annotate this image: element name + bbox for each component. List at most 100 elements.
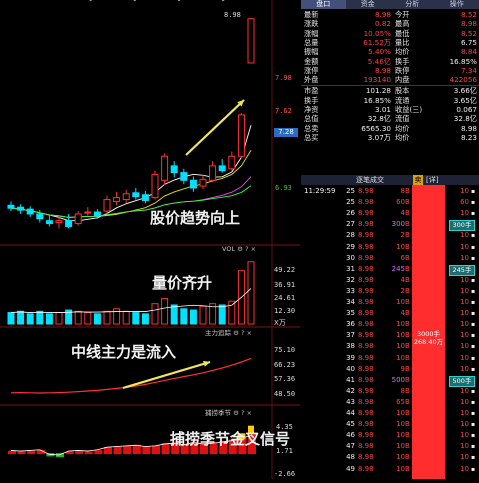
- tab-operation[interactable]: 操作: [435, 0, 479, 9]
- quote-label: 总量: [304, 38, 318, 47]
- vol-axis-4: 12.30: [274, 307, 295, 315]
- vol-axis-1: 49.22: [274, 266, 295, 274]
- tick-volume: 10: [383, 319, 405, 330]
- candle-body: [229, 156, 235, 169]
- tick-price: 8.98: [358, 386, 374, 397]
- quote-value: 8.52: [431, 29, 477, 38]
- volume-bar: [37, 311, 43, 324]
- tick-side: B: [405, 253, 410, 264]
- tick-side: B: [405, 408, 410, 419]
- kline-chart-area[interactable]: • • • • 8.98 7.98 7.62 7.28 6.93 VOL ⚙ ?…: [0, 0, 300, 479]
- quote-label: 振幅: [304, 47, 318, 56]
- tick-volume: 2: [383, 286, 405, 297]
- tick-price: 8.98: [358, 452, 374, 463]
- tick-volume: 500: [383, 375, 405, 386]
- tick-price: 8.98: [358, 286, 374, 297]
- help-icon[interactable]: ?: [245, 245, 248, 253]
- quote-value: 6565.30: [333, 124, 391, 133]
- quote-row: 涨幅10.05%最低8.52: [301, 29, 479, 38]
- tick-more-icon: ▪: [471, 297, 475, 308]
- tick-more-icon: ▪: [471, 286, 475, 297]
- season-bar: [94, 450, 102, 454]
- season-bar: [104, 447, 112, 454]
- tab-funds[interactable]: 资金: [346, 0, 391, 9]
- quote-label: 总卖: [304, 124, 318, 133]
- tab-handicap[interactable]: 盘口: [301, 0, 346, 9]
- tick-detail-link[interactable]: [详]: [426, 175, 438, 185]
- tick-side: B: [405, 319, 410, 330]
- tick-price: 8.98: [358, 353, 374, 364]
- tick-price: 8.98: [358, 186, 374, 197]
- settings-icon[interactable]: ⚙: [233, 329, 239, 337]
- tick-row: 388.9810B10▪: [301, 341, 479, 352]
- tick-seq: 25: [341, 197, 355, 208]
- season-bar: [162, 443, 170, 454]
- tick-more-icon: ▪: [471, 408, 475, 419]
- tick-seq: 43: [341, 397, 355, 408]
- close-icon[interactable]: ×: [251, 245, 256, 253]
- quote-value: 8.98: [333, 66, 391, 75]
- tick-seq: 38: [341, 341, 355, 352]
- quote-label: 量比: [395, 38, 409, 47]
- volume-bar: [142, 314, 148, 324]
- tick-price: 8.98: [358, 419, 374, 430]
- tick-price: 8.98: [358, 308, 374, 319]
- candle-body: [248, 19, 254, 63]
- settings-icon[interactable]: ⚙: [233, 409, 239, 417]
- quote-label: 内盘: [395, 75, 409, 84]
- tick-seq: 26: [341, 208, 355, 219]
- tick-time: 11:29:59: [304, 186, 335, 197]
- tick-count: 10: [449, 441, 469, 452]
- tick-seq: 36: [341, 319, 355, 330]
- tick-count: 10: [449, 208, 469, 219]
- close-icon[interactable]: ×: [247, 329, 252, 337]
- quote-value: 101.28: [333, 86, 391, 95]
- tick-volume: 10: [383, 408, 405, 419]
- quote-row: 涨停8.98跌停7.34: [301, 66, 479, 75]
- tick-side: B: [405, 364, 410, 375]
- quote-value: 3.01: [333, 105, 391, 114]
- quote-row: 换手16.85%流通3.65亿: [301, 96, 479, 105]
- candle-body: [133, 193, 139, 197]
- tick-side: B: [405, 419, 410, 430]
- tab-analysis[interactable]: 分析: [390, 0, 435, 9]
- annotation-main-force: 中线主力是流入: [71, 341, 176, 362]
- tick-row: 378.9810B10▪: [301, 330, 479, 341]
- kline-chart-svg[interactable]: [0, 0, 300, 479]
- quote-label: 均价: [395, 133, 409, 142]
- help-icon[interactable]: ?: [241, 409, 244, 417]
- tick-price: 8.98: [358, 264, 374, 275]
- volume-bar: [123, 311, 129, 324]
- candle-body: [56, 221, 62, 223]
- tick-volume: 10: [383, 330, 405, 341]
- quote-row: 总量61.52万量比6.75: [301, 38, 479, 47]
- quote-label: 涨停: [304, 66, 318, 75]
- tick-seq: 33: [341, 286, 355, 297]
- quote-row: 总卖6565.30均价8.98: [301, 124, 479, 133]
- quote-value: 193140: [333, 75, 391, 84]
- volume-bar: [248, 262, 254, 324]
- tick-count: 10: [449, 297, 469, 308]
- quote-row: 外盘193140内盘422056: [301, 75, 479, 84]
- tick-volume: 10: [383, 353, 405, 364]
- tick-more-icon: ▪: [471, 341, 475, 352]
- top-dots: • • • •: [88, 0, 244, 6]
- quote-value: 3.66亿: [431, 86, 477, 95]
- settings-icon[interactable]: ⚙: [237, 245, 243, 253]
- max-price-label: 8.98: [224, 11, 241, 19]
- tick-volume: 6: [383, 253, 405, 264]
- tick-seq: 45: [341, 419, 355, 430]
- quote-label: 最新: [304, 10, 318, 19]
- quote-label: 总买: [304, 133, 318, 142]
- tick-price: 8.98: [358, 197, 374, 208]
- tick-more-icon: ▪: [471, 319, 475, 330]
- quote-value: 16.85%: [333, 96, 391, 105]
- main-force-title-text: 主力追踪: [205, 329, 231, 337]
- quote-row: 最新8.98今开8.52: [301, 10, 479, 19]
- close-icon[interactable]: ×: [247, 409, 252, 417]
- tick-count: 10: [449, 419, 469, 430]
- quote-row: 总买3.07万均价8.23: [301, 133, 479, 142]
- tick-volume: 4: [383, 208, 405, 219]
- tick-side: B: [405, 186, 410, 197]
- help-icon[interactable]: ?: [241, 329, 244, 337]
